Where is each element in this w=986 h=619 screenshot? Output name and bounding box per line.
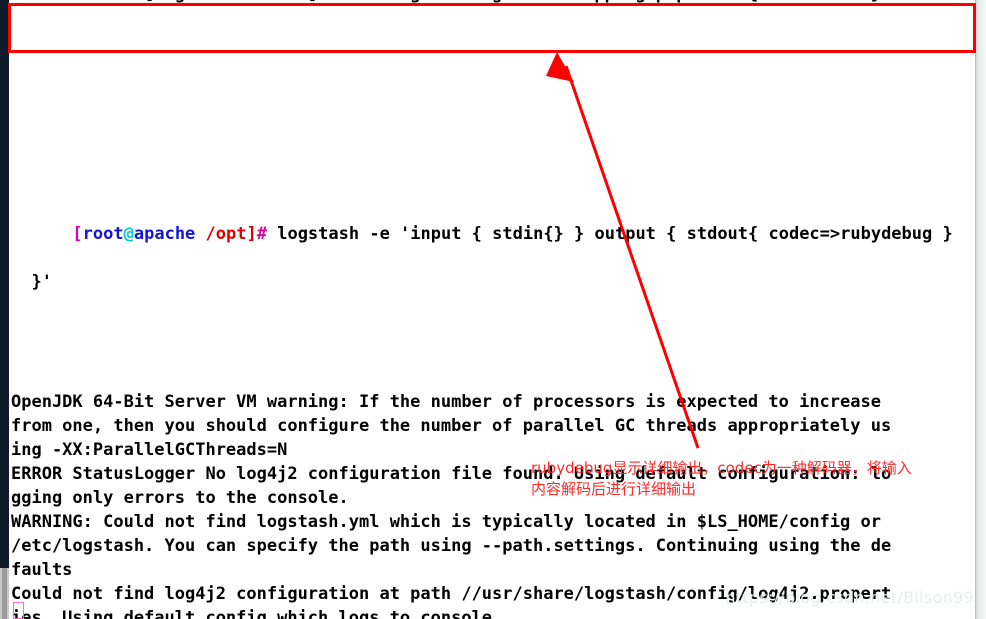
prompt-bracket-open-icon: [ [72,224,83,244]
command-text: logstash -e 'input { stdin{} } output { … [266,224,953,244]
prompt-bracket-close-icon: ] [246,224,257,244]
scrollbar-divider [975,0,976,619]
terminal-output-area[interactable]: [root@apache /opt]# logstash -e 'input {… [11,0,973,619]
log-line: faults [11,560,73,580]
command-wrap-line: }' [11,272,52,292]
prompt-host: apache [133,224,196,244]
annotation-note: rubydebug显示详细输出，codec为一种解码器，将输入 内容解码后进行详… [531,459,912,498]
prompt-path: /opt [195,224,247,244]
command-prompt-line: [root@apache /opt]# logstash -e 'input {… [11,198,973,244]
log-line: ies. Using default config which logs to … [11,608,493,619]
log-line: OpenJDK 64-Bit Server VM warning: If the… [11,392,881,412]
terminal-screenshot: 17:01:42.700 [logstash.runner] WARN logs… [0,0,986,619]
log-line: from one, then you should configure the … [11,416,892,436]
prompt-hash-icon: # [256,224,267,244]
prompt-user: root [82,224,124,244]
vertical-scrollbar[interactable] [975,0,986,619]
prompt-at-icon: @ [123,224,134,244]
window-left-scrollbar-lower[interactable] [0,568,9,619]
top-spacer [11,96,973,102]
watermark-text: https://blog.csdn.net/Bilson99 [725,588,974,607]
log-line: /etc/logstash. You can specify the path … [11,536,892,556]
window-left-edge [0,0,9,568]
log-line: WARNING: Could not find logstash.yml whi… [11,512,881,532]
log-output-lines: OpenJDK 64-Bit Server VM warning: If the… [11,390,973,619]
text-cursor [13,602,24,619]
